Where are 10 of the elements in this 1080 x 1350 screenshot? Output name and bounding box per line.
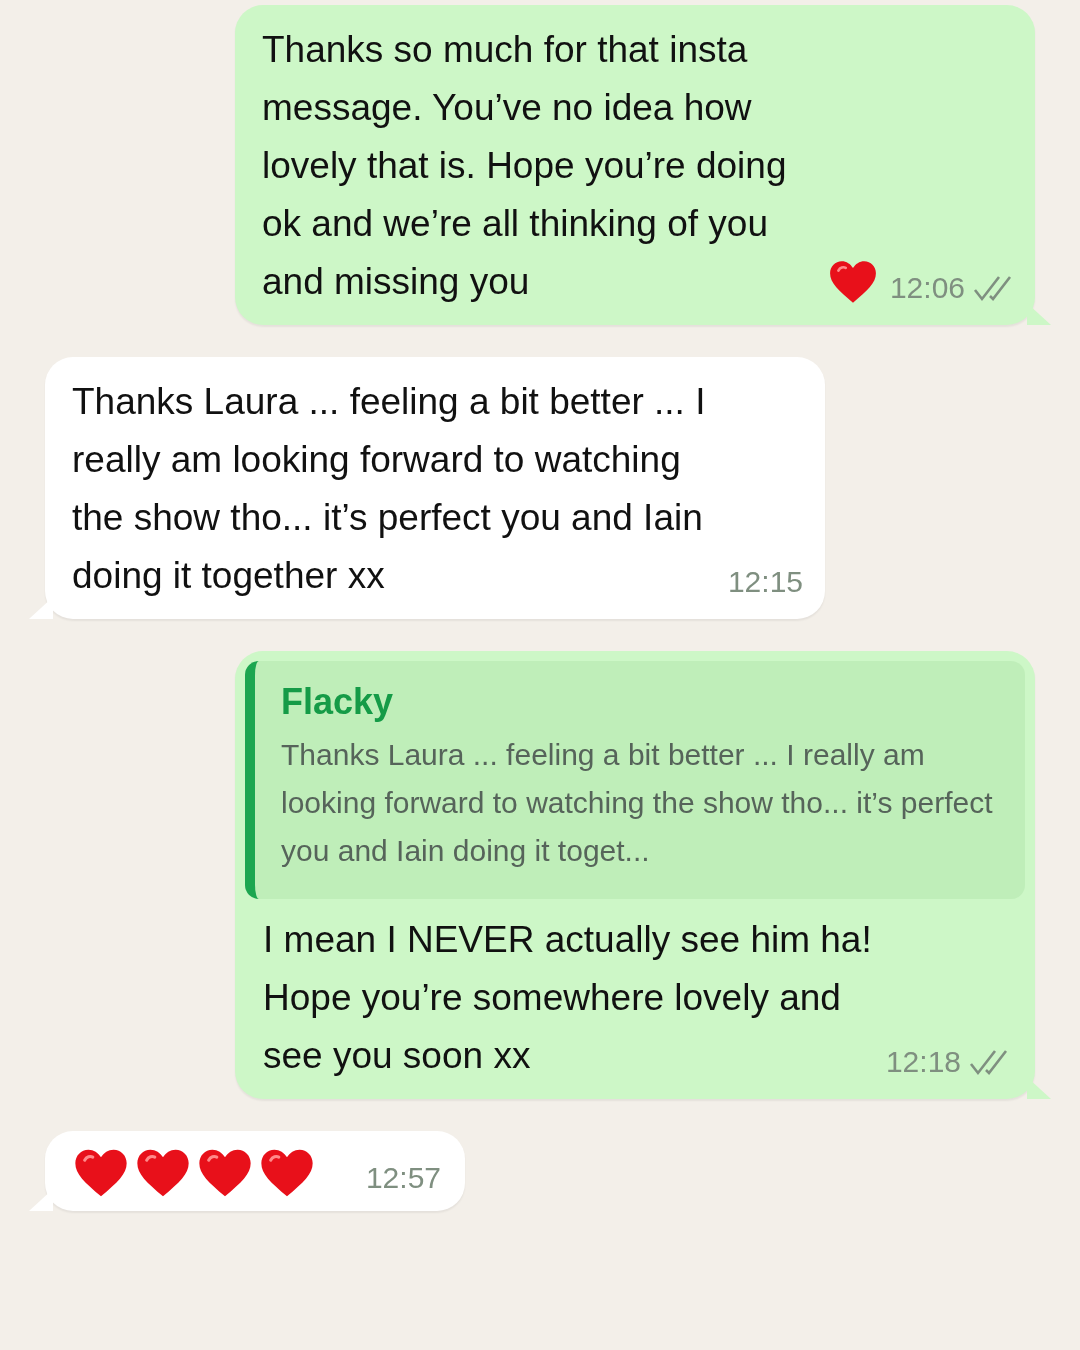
message-time: 12:18: [885, 1045, 961, 1079]
quoted-message[interactable]: Flacky Thanks Laura ... feeling a bit better ... I really am looking forward to watching the show tho... it’s perfect you and Iain doing it toget...: [245, 661, 1025, 899]
message-text: Thanks Laura ... feeling a bit better ... I really am looking forward to watching the show tho... it’s perfect you and Iain doing it together xx: [72, 380, 707, 598]
message-time: 12:15: [727, 565, 803, 599]
quote-text: Thanks Laura ... feeling a bit better ... I really am looking forward to watching the show tho... it’s perfect you and Iain doing it toget...: [281, 737, 994, 869]
message-time: 12:57: [365, 1161, 441, 1195]
message-time: 12:06: [889, 271, 965, 305]
message-text: I mean I NEVER actually see him ha! Hope you’re somewhere lovely and see you soon xx: [263, 918, 873, 1078]
message-text: Thanks so much for that insta message. You’ve no idea how lovely that is. Hope you’re doing ok and we’re all thinking of you and missing you: [262, 28, 788, 304]
quote-author: Flacky: [281, 681, 395, 723]
